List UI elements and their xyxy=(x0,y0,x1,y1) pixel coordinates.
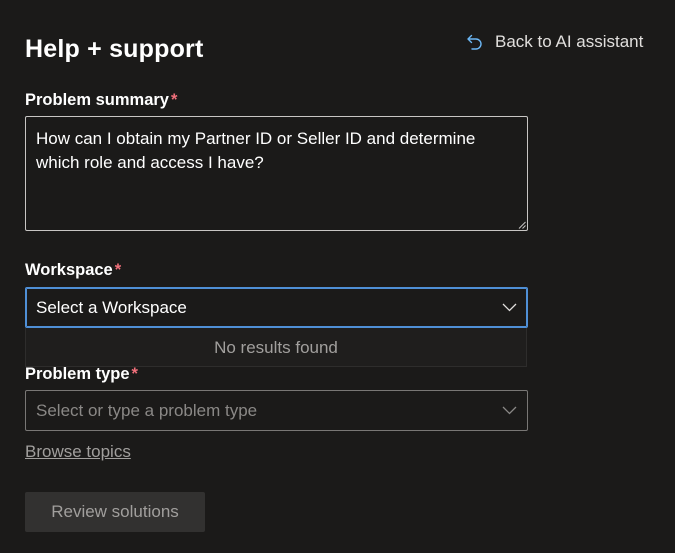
problem-summary-label: Problem summary * xyxy=(25,90,177,110)
undo-arrow-icon xyxy=(467,34,482,50)
workspace-label: Workspace * xyxy=(25,260,121,280)
required-marker: * xyxy=(170,91,178,109)
workspace-placeholder: Select a Workspace xyxy=(36,298,187,317)
problem-summary-label-text: Problem summary xyxy=(25,91,169,109)
back-link-label: Back to AI assistant xyxy=(495,32,644,51)
problem-type-label-text: Problem type xyxy=(25,365,130,383)
chevron-down-icon xyxy=(502,303,517,312)
required-marker: * xyxy=(114,261,122,279)
problem-type-combobox[interactable]: Select or type a problem type xyxy=(25,390,528,431)
resize-handle-icon[interactable] xyxy=(518,221,526,229)
workspace-results-popup: No results found xyxy=(25,328,527,367)
page-title: Help + support xyxy=(25,35,204,63)
back-to-ai-assistant-link[interactable]: Back to AI assistant xyxy=(466,30,643,54)
problem-summary-text: How can I obtain my Partner ID or Seller… xyxy=(36,129,476,172)
workspace-label-text: Workspace xyxy=(25,261,113,279)
workspace-dropdown[interactable]: Select a Workspace xyxy=(25,287,528,328)
problem-type-label: Problem type * xyxy=(25,364,138,384)
chevron-down-icon xyxy=(502,406,517,415)
problem-type-placeholder: Select or type a problem type xyxy=(36,401,258,420)
required-marker: * xyxy=(131,365,138,383)
browse-topics-link[interactable]: Browse topics xyxy=(25,441,131,463)
problem-summary-textarea[interactable]: How can I obtain my Partner ID or Seller… xyxy=(25,116,528,231)
review-solutions-button[interactable]: Review solutions xyxy=(25,492,205,532)
help-support-panel: Help + support Back to AI assistant Prob… xyxy=(0,0,675,553)
